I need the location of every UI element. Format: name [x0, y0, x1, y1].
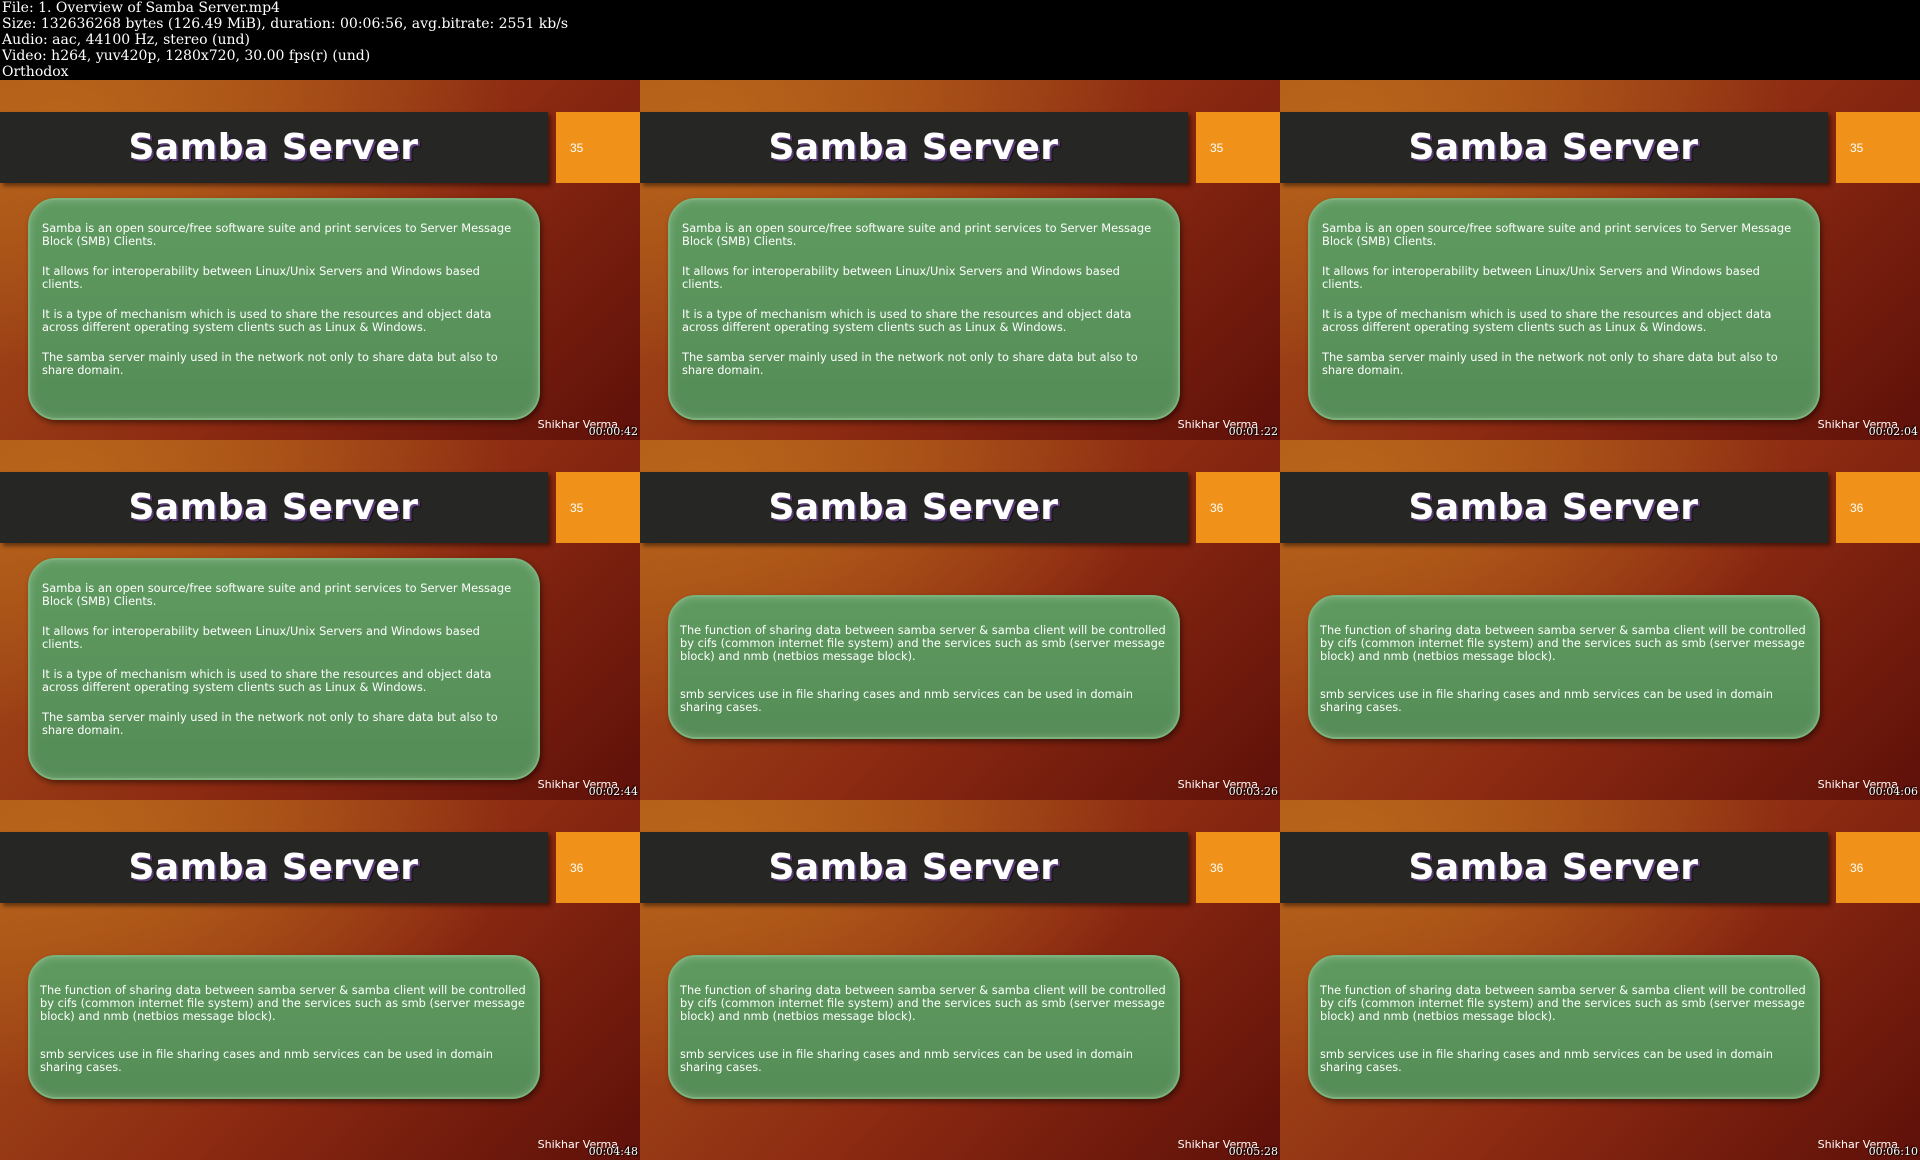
slide-content-box: The function of sharing data between sam…: [28, 955, 540, 1099]
slide-content-box: The function of sharing data between sam…: [668, 595, 1180, 739]
slide-number: 35: [1196, 112, 1280, 183]
frame-timestamp: 00:02:44: [588, 785, 638, 798]
slide-title: Samba Server: [128, 127, 419, 168]
slide-paragraph: Samba is an open source/free software su…: [682, 221, 1152, 248]
slide-title: Samba Server: [768, 127, 1059, 168]
slide-paragraph: smb services use in file sharing cases a…: [680, 687, 1133, 714]
slide-paragraph: Samba is an open source/free software su…: [42, 221, 512, 248]
slide-number: 35: [1836, 112, 1920, 183]
slide-number: 36: [556, 832, 640, 903]
slide-paragraph: The samba server mainly used in the netw…: [42, 350, 498, 377]
frame-timestamp: 00:06:10: [1868, 1145, 1918, 1158]
video-frame-thumbnail[interactable]: Samba Server 36 The function of sharing …: [640, 440, 1280, 800]
file-name-line: File: 1. Overview of Samba Server.mp4: [2, 0, 280, 16]
slide-title: Samba Server: [128, 847, 419, 888]
slide-paragraph: smb services use in file sharing cases a…: [680, 1047, 1133, 1074]
slide-content-box: Samba is an open source/free software su…: [28, 198, 540, 420]
frame-timestamp: 00:04:48: [588, 1145, 638, 1158]
slide-number: 36: [1836, 472, 1920, 543]
slide-paragraph: It allows for interoperability between L…: [42, 264, 480, 291]
video-info-header: File: 1. Overview of Samba Server.mp4 Si…: [0, 0, 1920, 80]
video-frame-thumbnail[interactable]: Samba Server 36 The function of sharing …: [1280, 440, 1920, 800]
slide-paragraph: The function of sharing data between sam…: [1320, 623, 1806, 663]
slide-number: 35: [556, 472, 640, 543]
video-frame-thumbnail[interactable]: Samba Server 36 The function of sharing …: [0, 800, 640, 1160]
slide-paragraph: smb services use in file sharing cases a…: [1320, 1047, 1773, 1074]
slide-paragraph: The function of sharing data between sam…: [680, 623, 1166, 663]
video-frame-thumbnail[interactable]: Samba Server 35 Samba is an open source/…: [1280, 80, 1920, 440]
slide-content-box: Samba is an open source/free software su…: [28, 558, 540, 780]
slide-title: Samba Server: [768, 847, 1059, 888]
slide-paragraph: It is a type of mechanism which is used …: [42, 667, 492, 694]
slide-content-box: Samba is an open source/free software su…: [1308, 198, 1820, 420]
slide-paragraph: It is a type of mechanism which is used …: [1322, 307, 1772, 334]
video-frame-thumbnail[interactable]: Samba Server 36 The function of sharing …: [640, 800, 1280, 1160]
frame-timestamp: 00:05:28: [1228, 1145, 1278, 1158]
slide-number: 36: [1836, 832, 1920, 903]
slide-number: 36: [1196, 832, 1280, 903]
audio-info-line: Audio: aac, 44100 Hz, stereo (und): [2, 32, 250, 48]
slide-paragraph: The samba server mainly used in the netw…: [42, 710, 498, 737]
video-info-line: Video: h264, yuv420p, 1280x720, 30.00 fp…: [2, 48, 371, 64]
video-frame-thumbnail[interactable]: Samba Server 35 Samba is an open source/…: [0, 440, 640, 800]
slide-paragraph: The samba server mainly used in the netw…: [682, 350, 1138, 377]
slide-title-bar: Samba Server: [1280, 472, 1828, 543]
slide-title-bar: Samba Server: [640, 112, 1188, 183]
slide-paragraph: It allows for interoperability between L…: [42, 624, 480, 651]
slide-paragraph: The function of sharing data between sam…: [40, 983, 526, 1023]
slide-title-bar: Samba Server: [0, 832, 548, 903]
slide-paragraph: The samba server mainly used in the netw…: [1322, 350, 1778, 377]
slide-title-bar: Samba Server: [1280, 832, 1828, 903]
slide-title: Samba Server: [1408, 127, 1699, 168]
slide-title-bar: Samba Server: [640, 832, 1188, 903]
slide-number: 36: [1196, 472, 1280, 543]
slide-title: Samba Server: [1408, 847, 1699, 888]
frame-timestamp: 00:04:06: [1868, 785, 1918, 798]
frame-timestamp: 00:00:42: [588, 425, 638, 438]
slide-paragraph: It is a type of mechanism which is used …: [42, 307, 492, 334]
video-frame-thumbnail[interactable]: Samba Server 36 The function of sharing …: [1280, 800, 1920, 1160]
slide-title: Samba Server: [768, 487, 1059, 528]
slide-title: Samba Server: [128, 487, 419, 528]
slide-paragraph: The function of sharing data between sam…: [680, 983, 1166, 1023]
slide-title-bar: Samba Server: [640, 472, 1188, 543]
slide-paragraph: smb services use in file sharing cases a…: [1320, 687, 1773, 714]
slide-paragraph: It is a type of mechanism which is used …: [682, 307, 1132, 334]
slide-title-bar: Samba Server: [1280, 112, 1828, 183]
video-frame-thumbnail[interactable]: Samba Server 35 Samba is an open source/…: [0, 80, 640, 440]
slide-paragraph: Samba is an open source/free software su…: [1322, 221, 1792, 248]
source-tag-line: Orthodox: [2, 64, 69, 80]
frame-timestamp: 00:01:22: [1228, 425, 1278, 438]
slide-paragraph: The function of sharing data between sam…: [1320, 983, 1806, 1023]
slide-title-bar: Samba Server: [0, 472, 548, 543]
slide-title-bar: Samba Server: [0, 112, 548, 183]
slide-paragraph: It allows for interoperability between L…: [682, 264, 1120, 291]
frame-timestamp: 00:02:04: [1868, 425, 1918, 438]
slide-title: Samba Server: [1408, 487, 1699, 528]
slide-content-box: Samba is an open source/free software su…: [668, 198, 1180, 420]
slide-number: 35: [556, 112, 640, 183]
file-size-line: Size: 132636268 bytes (126.49 MiB), dura…: [2, 16, 569, 32]
slide-paragraph: It allows for interoperability between L…: [1322, 264, 1760, 291]
frame-timestamp: 00:03:26: [1228, 785, 1278, 798]
slide-paragraph: Samba is an open source/free software su…: [42, 581, 512, 608]
slide-content-box: The function of sharing data between sam…: [668, 955, 1180, 1099]
video-frame-thumbnail[interactable]: Samba Server 35 Samba is an open source/…: [640, 80, 1280, 440]
thumbnail-grid: Samba Server 35 Samba is an open source/…: [0, 80, 1920, 1160]
slide-paragraph: smb services use in file sharing cases a…: [40, 1047, 493, 1074]
slide-content-box: The function of sharing data between sam…: [1308, 595, 1820, 739]
slide-content-box: The function of sharing data between sam…: [1308, 955, 1820, 1099]
